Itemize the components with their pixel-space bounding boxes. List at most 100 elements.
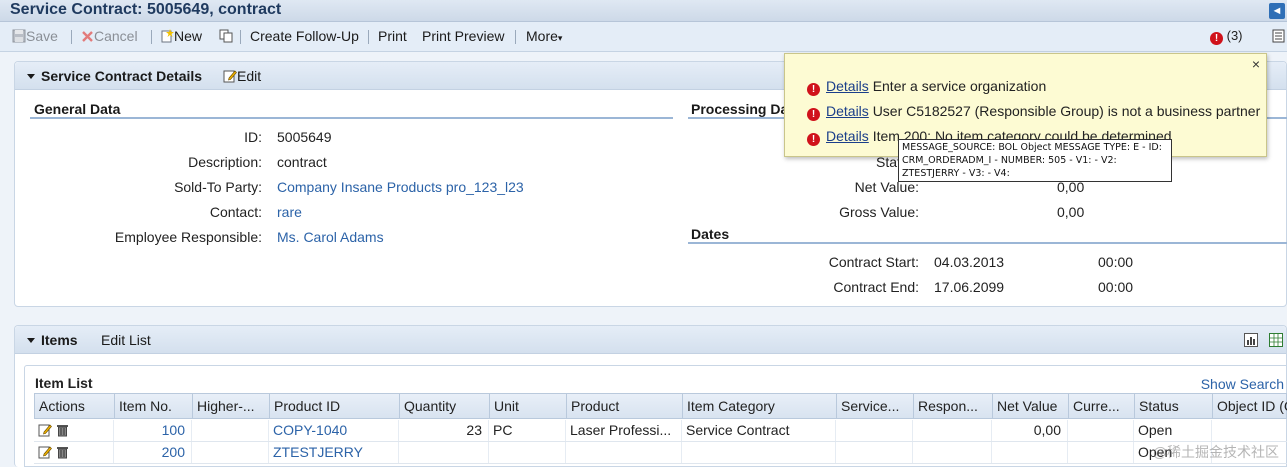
table-row: 100 COPY-1040 23 PC Laser Professi... Se… <box>34 420 1287 442</box>
toolbar-separator <box>151 30 152 44</box>
print-button[interactable]: Print <box>378 28 407 44</box>
details-block-toggle[interactable]: Service Contract Details <box>27 68 202 84</box>
details-link[interactable]: Details <box>826 103 869 119</box>
employee-responsible-link[interactable]: Ms. Carol Adams <box>277 229 384 245</box>
item-no-link[interactable]: 200 <box>114 442 192 463</box>
toolbar-separator <box>71 30 72 44</box>
edit-pencil-icon <box>223 69 237 86</box>
item-category-cell: Service Contract <box>682 420 836 441</box>
title-bar: Service Contract: 5005649, contract ◄ <box>0 0 1287 22</box>
employee-responsible-label: Employee Responsible: <box>114 229 262 245</box>
column-header-unit[interactable]: Unit <box>490 394 567 418</box>
row-actions <box>34 420 114 441</box>
excel-export-icon[interactable] <box>1269 333 1283 350</box>
column-header-higher[interactable]: Higher-... <box>193 394 270 418</box>
watermark: @稀土掘金技术社区 <box>1152 444 1279 460</box>
item-category-cell <box>682 442 836 463</box>
column-header-quantity[interactable]: Quantity <box>400 394 490 418</box>
product-id-link[interactable]: COPY-1040 <box>269 420 399 441</box>
status-cell: Open <box>1134 420 1212 441</box>
processing-data-title: Processing Da <box>691 101 789 117</box>
column-header-item-no[interactable]: Item No. <box>115 394 193 418</box>
column-header-product[interactable]: Product <box>567 394 683 418</box>
chevron-down-icon: ▾ <box>557 33 563 43</box>
back-icon[interactable]: ◄ <box>1269 3 1285 19</box>
tooltip-line: MESSAGE_SOURCE: BOL Object MESSAGE TYPE:… <box>902 142 1162 153</box>
unit-cell <box>489 442 566 463</box>
new-button[interactable]: New <box>160 28 202 46</box>
column-header-product-id[interactable]: Product ID <box>270 394 400 418</box>
print-preview-button[interactable]: Print Preview <box>422 28 504 44</box>
details-link[interactable]: Details <box>826 128 869 144</box>
column-header-net-value[interactable]: Net Value <box>993 394 1069 418</box>
product-id-link[interactable]: ZTESTJERRY <box>269 442 399 463</box>
column-header-service[interactable]: Service... <box>837 394 914 418</box>
cancel-x-icon <box>81 30 94 46</box>
unit-cell: PC <box>489 420 566 441</box>
items-block-toggle[interactable]: Items <box>27 332 78 348</box>
description-label: Description: <box>188 154 262 170</box>
edit-pencil-icon[interactable] <box>38 422 52 441</box>
edit-button[interactable]: Edit <box>223 68 261 86</box>
general-data-title: General Data <box>34 101 121 117</box>
edit-pencil-icon[interactable] <box>38 444 52 463</box>
items-block-header: Items Edit List <box>15 326 1286 354</box>
error-icon: ! <box>1210 32 1223 45</box>
object-id-cell <box>1212 420 1287 441</box>
row-actions <box>34 442 114 463</box>
description-value: contract <box>277 154 327 170</box>
higher-cell <box>192 442 269 463</box>
list-view-icon[interactable] <box>1272 29 1285 46</box>
service-cell <box>836 442 913 463</box>
delete-trash-icon[interactable] <box>56 422 69 441</box>
quantity-cell: 23 <box>399 420 489 441</box>
column-header-respon[interactable]: Respon... <box>914 394 993 418</box>
show-search-link[interactable]: Show Search <box>1201 376 1284 392</box>
contact-link[interactable]: rare <box>277 204 302 220</box>
details-link[interactable]: Details <box>826 78 869 94</box>
create-follow-up-button[interactable]: Create Follow-Up <box>250 28 359 44</box>
column-header-status[interactable]: Status <box>1135 394 1213 418</box>
new-document-icon <box>160 29 174 46</box>
chart-icon[interactable] <box>1244 333 1258 350</box>
respon-cell <box>913 420 992 441</box>
column-header-actions[interactable]: Actions <box>35 394 115 418</box>
column-header-item-category[interactable]: Item Category <box>683 394 837 418</box>
higher-cell <box>192 420 269 441</box>
dates-divider <box>688 242 1287 244</box>
cancel-button[interactable]: Cancel <box>81 28 138 46</box>
collapse-caret-icon <box>27 74 35 79</box>
column-header-currency[interactable]: Curre... <box>1069 394 1135 418</box>
table-row: 200 ZTESTJERRY Open <box>34 442 1287 464</box>
contract-start-label: Contract Start: <box>828 254 919 270</box>
save-button[interactable]: Save <box>12 28 58 46</box>
toolbar: Save Cancel New Create Follow-Up Print P… <box>0 22 1287 52</box>
error-icon: ! <box>807 133 820 146</box>
gross-value-label: Gross Value: <box>839 204 919 220</box>
dates-title: Dates <box>691 226 730 242</box>
item-no-link[interactable]: 100 <box>114 420 192 441</box>
contract-end-time: 00:00 <box>1098 279 1134 295</box>
toolbar-separator <box>240 30 241 44</box>
copy-button[interactable] <box>219 28 233 46</box>
close-icon[interactable]: × <box>1252 56 1260 72</box>
copy-icon <box>219 29 233 46</box>
message-indicator[interactable]: ! (3) <box>1210 28 1243 45</box>
column-header-object-id[interactable]: Object ID (C <box>1213 394 1287 418</box>
error-icon: ! <box>807 83 820 96</box>
contract-end-date: 17.06.2099 <box>934 279 1005 295</box>
net-value-label: Net Value: <box>854 179 919 195</box>
contact-label: Contact: <box>209 204 262 220</box>
service-cell <box>836 420 913 441</box>
delete-trash-icon[interactable] <box>56 444 69 463</box>
more-menu-button[interactable]: More▾ <box>526 28 562 44</box>
edit-list-button[interactable]: Edit List <box>101 332 151 348</box>
id-value: 5005649 <box>277 129 332 145</box>
message-row: ! Details User C5182527 (Responsible Grou… <box>807 103 1260 121</box>
currency-cell <box>1068 420 1134 441</box>
gross-value: 0,00 <box>1057 204 1085 220</box>
sold-to-party-link[interactable]: Company Insane Products pro_123_l23 <box>277 179 524 195</box>
general-data-divider <box>30 117 673 119</box>
page-title: Service Contract: 5005649, contract <box>10 1 282 18</box>
toolbar-separator <box>515 30 516 44</box>
